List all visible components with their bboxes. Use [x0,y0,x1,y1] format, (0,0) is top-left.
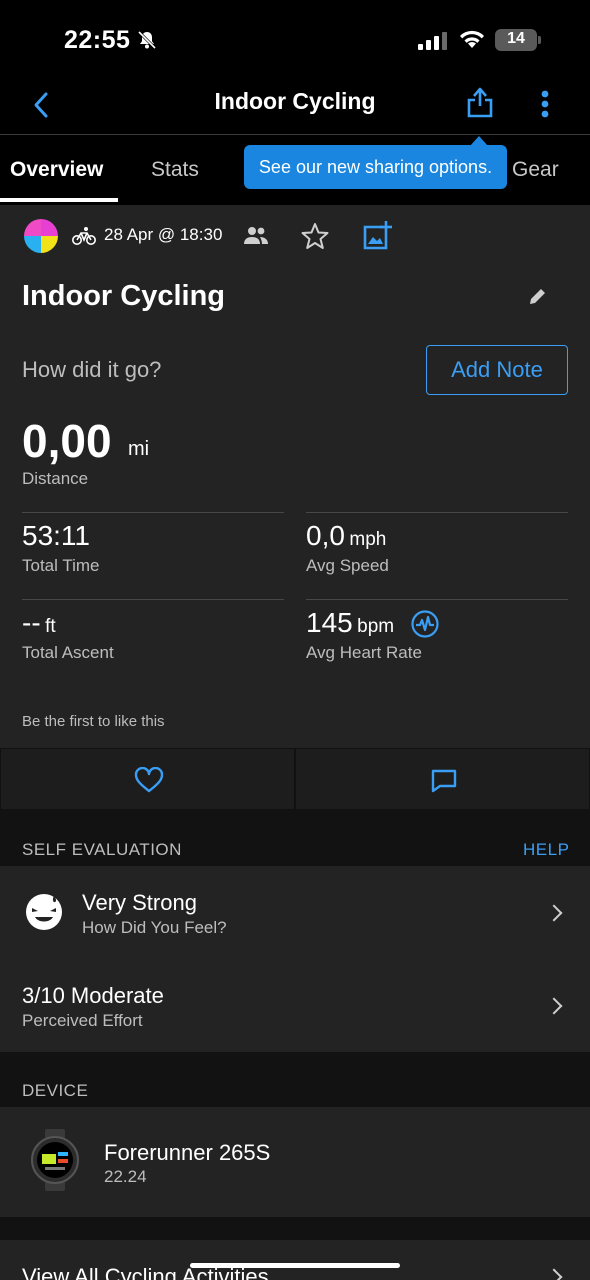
activity-title: Indoor Cycling [22,280,225,312]
help-link[interactable]: HELP [523,840,569,860]
stat-label: Total Ascent [22,643,114,662]
heart-rate-wave-icon[interactable] [410,609,440,644]
stat-unit: bpm [357,616,395,637]
stat-unit: mph [349,529,387,550]
add-note-button[interactable]: Add Note [426,345,568,395]
device-name: Forerunner 265S [104,1140,271,1165]
feel-row[interactable]: Very Strong How Did You Feel? [0,866,590,959]
stat-value: -- [22,607,41,638]
home-indicator [190,1263,400,1268]
feel-subtitle: How Did You Feel? [82,918,227,937]
heart-icon [134,767,164,793]
view-all-row[interactable]: View All Cycling Activities [0,1240,590,1280]
chevron-right-icon [545,997,563,1015]
bike-icon [72,226,96,251]
comment-icon [431,769,457,793]
nav-title: Indoor Cycling [214,88,376,114]
battery-icon: 14 [495,29,537,51]
like-button[interactable] [0,748,295,810]
people-icon[interactable] [243,225,269,250]
effort-row[interactable]: 3/10 Moderate Perceived Effort [0,959,590,1052]
stat-total-time: 53:11 [22,520,90,552]
distance-value: 0,00 [22,415,112,467]
device-header: DEVICE [22,1081,89,1100]
tab-gear[interactable]: Gear [512,158,559,182]
how-did-it-go-prompt: How did it go? [22,357,162,382]
watch-icon [30,1129,80,1191]
effort-title: 3/10 Moderate [22,983,164,1008]
stat-avg-speed: 0,0 mph [306,520,386,552]
stat-divider [22,599,284,600]
stat-total-ascent: -- ft [22,607,56,639]
stat-label: Avg Speed [306,556,389,575]
stat-divider [306,599,568,600]
device-card[interactable] [0,1107,590,1217]
feel-title: Very Strong [82,890,197,915]
chevron-right-icon [545,904,563,922]
avatar[interactable] [24,219,58,253]
distance-label: Distance [22,469,89,488]
edit-pencil-icon[interactable] [528,286,548,311]
comment-button[interactable] [295,748,590,810]
status-time: 22:55 [64,26,131,54]
tab-stats[interactable]: Stats [151,158,199,182]
stat-divider [22,512,284,513]
effort-subtitle: Perceived Effort [22,1011,143,1030]
star-icon[interactable] [301,222,329,255]
add-photo-icon[interactable] [361,220,393,257]
battery-nub [538,36,541,44]
wifi-icon [458,28,486,55]
device-version: 22.24 [104,1167,147,1186]
distance-unit: mi [128,438,150,460]
likes-text: Be the first to like this [22,713,165,730]
tab-active-indicator [0,198,118,202]
stat-value: 53:11 [22,520,90,551]
stat-value: 145 [306,607,353,638]
self-evaluation-header: SELF EVALUATION [22,840,182,859]
stat-avg-heart-rate: 145 bpm [306,607,394,639]
stat-value: 0,0 [306,520,345,551]
stat-unit: ft [45,616,56,637]
chevron-right-icon [545,1268,563,1280]
activity-date: 28 Apr @ 18:30 [104,225,223,244]
share-icon[interactable] [466,86,494,123]
battery-level: 14 [507,30,525,47]
signal-icon [418,32,448,55]
bell-muted-icon [137,30,157,55]
strong-face-icon [26,894,62,930]
tab-overview[interactable]: Overview [10,158,103,182]
sharing-tooltip[interactable]: See our new sharing options. [244,145,507,189]
stat-label: Avg Heart Rate [306,643,422,662]
stat-divider [306,512,568,513]
stat-label: Total Time [22,556,100,575]
more-vertical-icon[interactable] [538,90,552,125]
